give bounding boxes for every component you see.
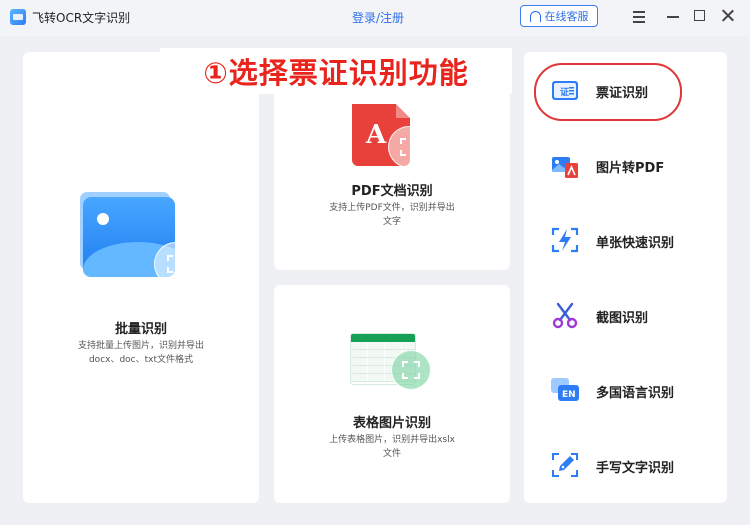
menu-icon[interactable] [629,6,649,26]
close-icon[interactable] [718,6,738,26]
scan-frame-icon [391,350,431,390]
pdf-card-desc-line2: 文字 [382,217,401,227]
batch-card-desc-line2: docx、doc、txt文件格式 [88,355,194,365]
pen-icon [552,453,578,477]
online-service-label: 在线客服 [544,10,589,23]
minimize-icon[interactable] [663,6,683,26]
sidebar-item-multilingual-recognition[interactable]: EN 多国语言识别 [524,368,727,412]
table-card-desc-line2: 文件 [382,449,401,459]
sidebar-item-label: 多国语言识别 [596,386,675,401]
sidebar-item-handwriting-recognition[interactable]: 手写文字识别 [524,443,727,487]
batch-card-desc-line1: 支持批量上传图片，识别并导出 [77,341,204,351]
sidebar-item-label: 截图识别 [596,311,649,326]
sidebar-item-label: 手写文字识别 [596,461,675,476]
sidebar-item-image-to-pdf[interactable]: 图片转PDF [524,143,727,187]
sidebar-item-label: 单张快速识别 [596,236,675,251]
online-service-button[interactable]: 在线客服 [520,5,598,27]
batch-recognition-card[interactable]: 批量识别 支持批量上传图片，识别并导出 docx、doc、txt文件格式 [23,52,259,503]
sidebar-item-quick-recognition[interactable]: 单张快速识别 [524,218,727,262]
app-title: 飞转OCR文字识别 [32,11,131,25]
table-recognition-card[interactable]: 表格图片识别 上传表格图片，识别并导出xslx 文件 [274,285,510,503]
app-logo-icon [10,9,26,25]
pdf-card-title: PDF文档识别 [351,184,433,199]
language-icon: EN [551,378,579,401]
table-card-desc-line1: 上传表格图片，识别并导出xslx [329,435,455,445]
scissors-icon [552,302,578,329]
scan-frame-icon [388,126,430,168]
batch-card-title: 批量识别 [114,322,167,337]
sidebar-item-label: 图片转PDF [596,161,665,176]
image-to-pdf-icon [552,157,578,178]
lightning-scan-icon [551,227,579,253]
table-card-title: 表格图片识别 [352,416,431,431]
pdf-card-desc-line1: 支持上传PDF文件，识别并导出 [329,203,455,213]
instruction-banner: ①选择票证识别功能 [160,48,512,94]
highlight-ring-annotation [534,63,682,121]
scan-frame-icon [154,242,198,286]
login-register-link[interactable]: 登录/注册 [352,9,404,26]
title-bar: 飞转OCR文字识别 登录/注册 在线客服 [0,0,750,36]
headset-icon [529,10,541,22]
sidebar-item-screenshot-recognition[interactable]: 截图识别 [524,293,727,337]
maximize-icon[interactable] [690,6,710,26]
pdf-icon-letter: A [366,120,387,150]
language-icon-text: EN [562,390,576,400]
